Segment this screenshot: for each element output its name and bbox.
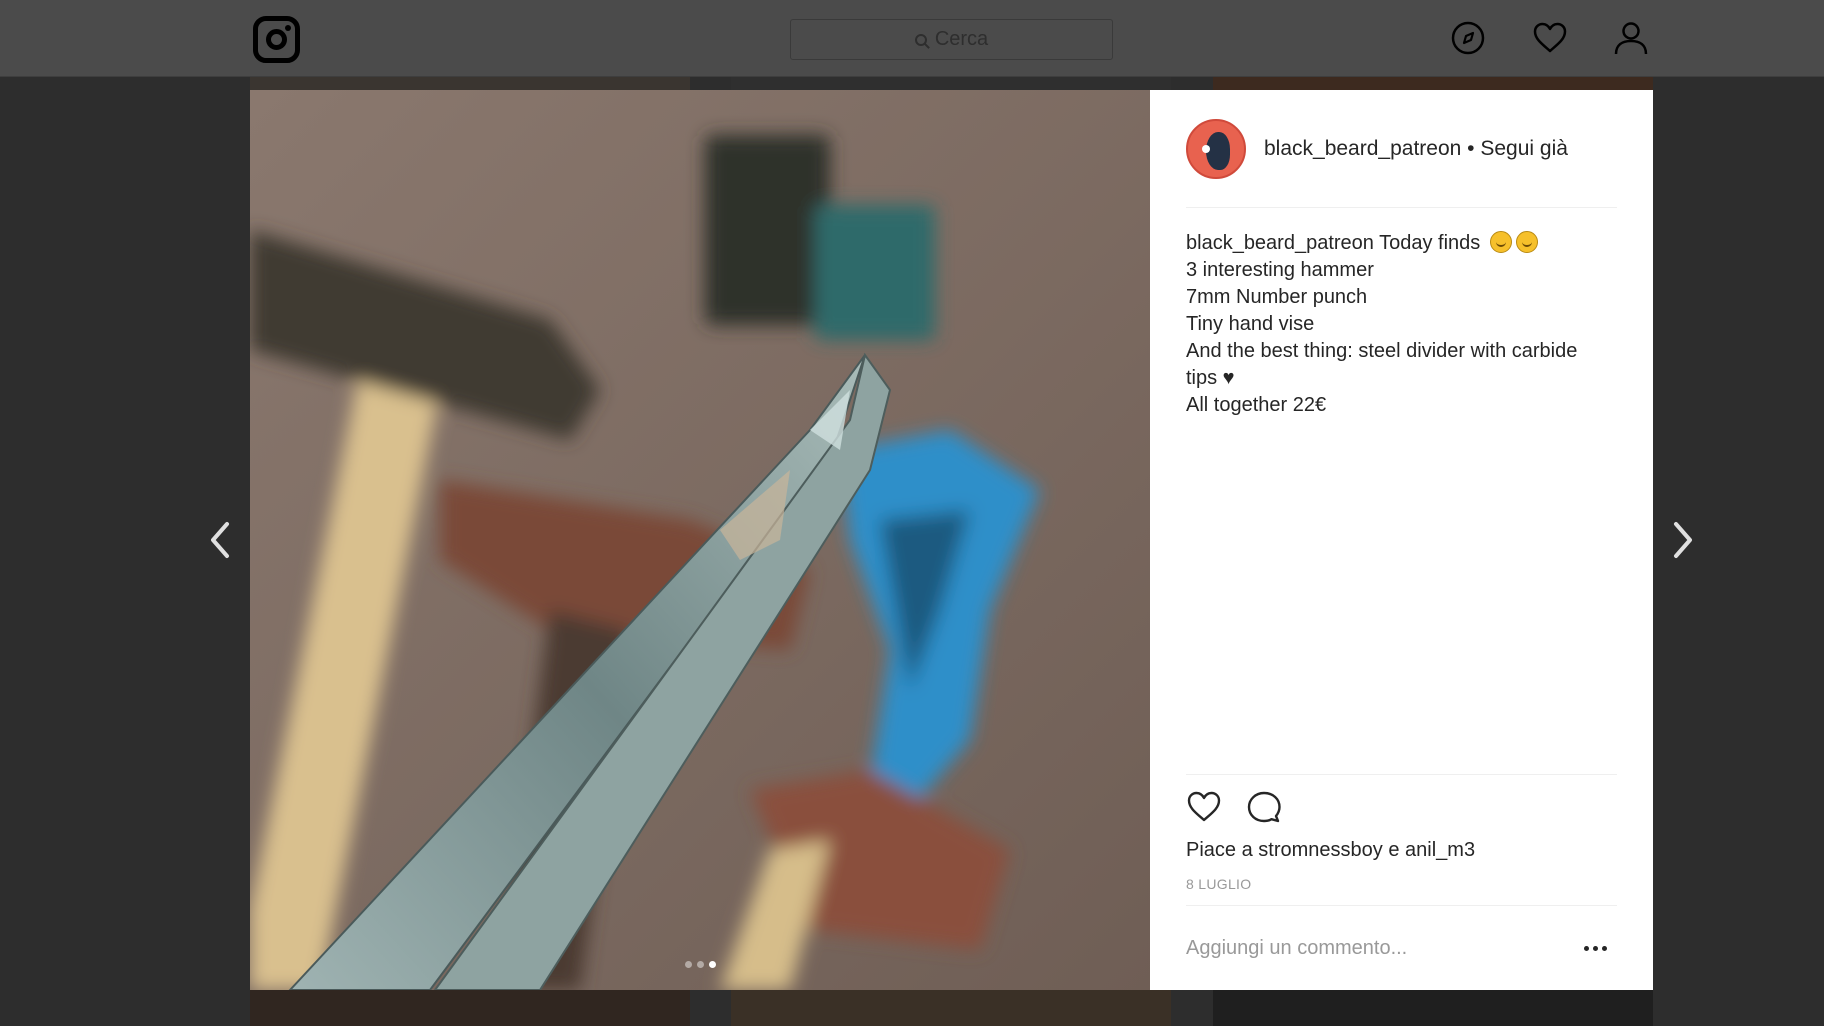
- grid-thumbnail: [250, 77, 690, 90]
- heart-icon[interactable]: [1532, 20, 1568, 56]
- post-actions-section: Piace a stromnessboy e anil_m3 8 LUGLIO: [1186, 774, 1617, 892]
- caption-line: Tiny hand vise: [1186, 313, 1315, 335]
- caption-line: tips ♥: [1186, 367, 1235, 389]
- likes-summary: Piace a stromnessboy e anil_m3: [1186, 839, 1617, 862]
- post-header: black_beard_patreon • Segui già: [1186, 90, 1617, 208]
- caption-line: And the best thing: steel divider with c…: [1186, 340, 1578, 362]
- previous-post-arrow-icon[interactable]: [205, 520, 235, 560]
- comment-bubble-icon[interactable]: [1246, 789, 1282, 825]
- grid-thumbnail: [1213, 990, 1653, 1026]
- instagram-logo-icon[interactable]: [253, 16, 300, 63]
- laughing-emoji-icon: [1515, 231, 1538, 253]
- carousel-indicator: [250, 961, 1150, 968]
- profile-icon[interactable]: [1613, 20, 1649, 56]
- search-placeholder: Cerca: [934, 28, 989, 50]
- post-date[interactable]: 8 LUGLIO: [1186, 876, 1617, 892]
- next-post-arrow-icon[interactable]: [1668, 520, 1698, 560]
- caption-line: 7mm Number punch: [1186, 286, 1368, 308]
- carousel-dot[interactable]: [684, 961, 692, 968]
- more-options-icon[interactable]: [1584, 945, 1607, 951]
- grid-thumbnail: [250, 990, 690, 1026]
- post-photo[interactable]: [250, 90, 1150, 990]
- post-details-panel: black_beard_patreon • Segui già black_be…: [1150, 90, 1653, 990]
- comment-input[interactable]: [1186, 936, 1566, 960]
- liker-username[interactable]: stromnessboy: [1258, 839, 1383, 861]
- grid-thumbnail: [1213, 77, 1653, 90]
- liker-username[interactable]: anil_m3: [1405, 839, 1475, 861]
- compass-icon[interactable]: [1450, 20, 1486, 56]
- post-caption: black_beard_patreon Today finds 3 intere…: [1186, 230, 1617, 419]
- search-box[interactable]: Cerca: [790, 19, 1113, 60]
- post-header-text: black_beard_patreon • Segui già: [1264, 137, 1568, 161]
- carousel-dot[interactable]: [696, 961, 704, 968]
- carousel-dot-active[interactable]: [708, 961, 716, 968]
- likes-conjunction: e: [1388, 839, 1400, 861]
- smirk-emoji-icon: [1489, 231, 1512, 253]
- avatar[interactable]: [1186, 118, 1246, 179]
- search-icon: [914, 33, 927, 46]
- caption-line: 3 interesting hammer: [1186, 259, 1374, 281]
- post-modal: black_beard_patreon • Segui già black_be…: [250, 90, 1653, 990]
- caption-intro: Today finds: [1379, 232, 1481, 254]
- caption-username[interactable]: black_beard_patreon: [1186, 232, 1374, 254]
- comment-bar: [1186, 905, 1617, 990]
- caption-line: All together 22€: [1186, 394, 1327, 416]
- top-navigation-bar: Cerca: [0, 0, 1824, 77]
- grid-thumbnail: [731, 990, 1171, 1026]
- action-bar: [1186, 775, 1617, 835]
- grid-thumbnail: [731, 77, 1171, 90]
- like-heart-icon[interactable]: [1186, 789, 1222, 825]
- separator-dot: •: [1467, 136, 1481, 160]
- likes-prefix: Piace a: [1186, 839, 1253, 861]
- follow-status-button[interactable]: Segui già: [1480, 137, 1568, 160]
- post-username[interactable]: black_beard_patreon: [1264, 137, 1461, 160]
